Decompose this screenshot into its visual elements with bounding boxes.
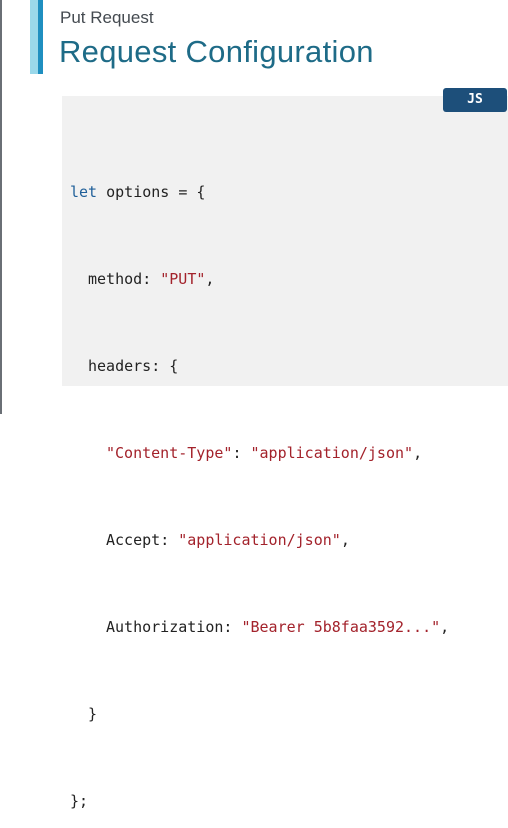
code-line-3: headers: { bbox=[70, 352, 449, 381]
code-text: { bbox=[169, 357, 179, 375]
code-punct: , bbox=[205, 270, 215, 288]
code-block: let options = { method: "PUT", headers: … bbox=[70, 120, 449, 828]
code-key: headers bbox=[88, 357, 152, 375]
code-string: "Bearer 5b8faa3592..." bbox=[241, 618, 441, 636]
slide-subtitle: Put Request bbox=[60, 8, 154, 27]
accent-bar-dark bbox=[38, 0, 43, 74]
code-key: Authorization bbox=[106, 618, 224, 636]
slide-title: Request Configuration bbox=[59, 34, 374, 69]
code-key: Accept bbox=[106, 531, 161, 549]
left-edge-divider bbox=[0, 0, 2, 414]
code-punct: , bbox=[440, 618, 450, 636]
code-line-4: "Content-Type": "application/json", bbox=[70, 439, 449, 468]
code-string: "application/json" bbox=[178, 531, 341, 549]
code-separator: : bbox=[151, 357, 170, 375]
code-string-key: "Content-Type" bbox=[106, 444, 233, 462]
accent-bar-light bbox=[30, 0, 38, 74]
code-string: "application/json" bbox=[250, 444, 414, 462]
code-text: options = { bbox=[97, 183, 206, 201]
code-line-6: Authorization: "Bearer 5b8faa3592...", bbox=[70, 613, 449, 642]
code-text: }; bbox=[70, 792, 89, 810]
code-separator: : bbox=[232, 444, 251, 462]
code-line-2: method: "PUT", bbox=[70, 265, 449, 294]
code-text: } bbox=[88, 705, 98, 723]
code-separator: : bbox=[142, 270, 161, 288]
code-line-1: let options = { bbox=[70, 178, 449, 207]
code-line-8: }; bbox=[70, 787, 449, 816]
code-punct: , bbox=[413, 444, 423, 462]
code-separator: : bbox=[160, 531, 179, 549]
code-punct: , bbox=[340, 531, 350, 549]
code-separator: : bbox=[223, 618, 242, 636]
language-badge: JS bbox=[443, 88, 507, 112]
code-line-7: } bbox=[70, 700, 449, 729]
code-line-5: Accept: "application/json", bbox=[70, 526, 449, 555]
code-string: "PUT" bbox=[160, 270, 206, 288]
code-keyword: let bbox=[70, 183, 98, 201]
code-key: method bbox=[88, 270, 143, 288]
